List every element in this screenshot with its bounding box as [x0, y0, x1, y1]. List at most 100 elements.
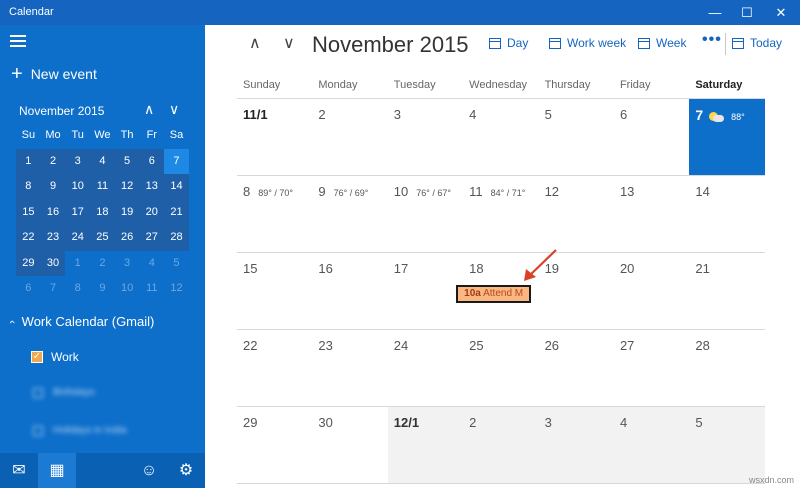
calendar-item-holidays[interactable]: Holidays in India — [33, 425, 126, 436]
day-cell[interactable]: 28 — [689, 330, 764, 406]
today-button[interactable]: Today — [732, 36, 782, 50]
mini-calendar-day[interactable]: 28 — [164, 225, 189, 251]
mini-calendar-day[interactable]: 17 — [65, 199, 91, 225]
mini-calendar-day[interactable]: 15 — [16, 199, 41, 225]
day-cell[interactable]: 11 84° / 71° — [463, 176, 538, 252]
new-event-button[interactable]: + New event — [11, 64, 97, 84]
minimize-button[interactable]: — — [698, 0, 732, 25]
day-view-button[interactable]: Day — [489, 36, 528, 50]
mini-calendar-day[interactable]: 11 — [90, 174, 115, 200]
day-cell[interactable]: 12 — [539, 176, 614, 252]
mini-calendar-day[interactable]: 9 — [90, 276, 115, 302]
day-cell[interactable]: 5 — [539, 99, 614, 175]
day-cell[interactable]: 6 — [614, 99, 689, 175]
mini-calendar-day[interactable]: 8 — [16, 174, 41, 200]
more-options-icon[interactable]: ••• — [702, 31, 722, 49]
birthdays-checkbox[interactable] — [33, 387, 43, 398]
mini-calendar-day[interactable]: 4 — [90, 148, 115, 174]
mini-calendar-day[interactable]: 5 — [114, 148, 140, 174]
hamburger-menu-icon[interactable] — [10, 35, 26, 47]
day-cell[interactable]: 23 — [312, 330, 387, 406]
mini-calendar-day[interactable]: 2 — [90, 251, 115, 277]
maximize-button[interactable]: ☐ — [730, 0, 764, 25]
day-cell[interactable]: 30 — [312, 407, 387, 483]
mini-calendar-day[interactable]: 12 — [164, 276, 189, 302]
mini-calendar-day[interactable]: 10 — [115, 276, 140, 302]
mini-calendar-day[interactable]: 3 — [115, 251, 140, 277]
work-week-view-button[interactable]: Work week — [549, 36, 626, 50]
day-cell[interactable]: 21 — [689, 253, 764, 329]
mini-calendar-day[interactable]: 11 — [139, 276, 164, 302]
day-cell[interactable]: 29 — [237, 407, 312, 483]
mini-calendar-day[interactable]: 23 — [40, 225, 66, 251]
day-cell[interactable]: 9 76° / 69° — [312, 176, 387, 252]
day-cell[interactable]: 25 — [463, 330, 538, 406]
mini-calendar-day[interactable]: 6 — [139, 148, 165, 174]
mail-icon[interactable]: ✉ — [0, 453, 38, 488]
mini-calendar-day[interactable]: 1 — [16, 148, 41, 174]
mini-calendar-day[interactable]: 16 — [40, 199, 66, 225]
calendar-group-header[interactable]: ‹ Work Calendar (Gmail) — [6, 314, 155, 329]
day-cell[interactable]: 13 — [614, 176, 689, 252]
mini-calendar-day[interactable]: 1 — [65, 251, 90, 277]
mini-calendar-day[interactable]: 21 — [164, 199, 189, 225]
day-cell[interactable]: 5 — [689, 407, 765, 483]
mini-calendar-day[interactable]: 7 — [164, 148, 189, 174]
event-attend-m[interactable]: 10a Attend M — [456, 285, 532, 303]
mini-calendar-day[interactable]: 5 — [164, 251, 189, 277]
day-cell[interactable]: 8 89° / 70° — [237, 176, 312, 252]
mini-calendar-day[interactable]: 7 — [41, 276, 66, 302]
mini-calendar-title[interactable]: November 2015 — [19, 104, 104, 118]
mini-calendar-day[interactable]: 26 — [114, 225, 140, 251]
mini-calendar-day[interactable]: 10 — [65, 174, 91, 200]
mini-calendar-day[interactable]: 30 — [40, 250, 66, 276]
mini-calendar-day[interactable]: 3 — [65, 148, 91, 174]
calendar-icon[interactable]: ▦ — [38, 453, 76, 488]
chevron-down-icon[interactable]: ∨ — [169, 101, 179, 118]
day-cell[interactable]: 7 88° — [689, 99, 765, 175]
day-cell[interactable]: 15 — [237, 253, 312, 329]
day-cell[interactable]: 27 — [614, 330, 689, 406]
close-button[interactable]: ✕ — [764, 0, 798, 25]
chevron-up-icon[interactable]: ∧ — [144, 101, 154, 118]
day-cell[interactable]: 3 — [538, 407, 614, 483]
calendar-item-work[interactable]: ✓ Work — [31, 350, 79, 364]
mini-calendar-day[interactable]: 22 — [16, 225, 41, 251]
mini-calendar-day[interactable]: 8 — [65, 276, 90, 302]
day-cell[interactable]: 3 — [388, 99, 463, 175]
day-cell[interactable]: 14 — [689, 176, 764, 252]
next-month-arrow-icon[interactable]: ∨ — [283, 33, 295, 53]
mini-calendar-day[interactable]: 4 — [139, 251, 164, 277]
previous-month-arrow-icon[interactable]: ∧ — [249, 33, 261, 53]
mini-calendar-day[interactable]: 13 — [139, 174, 165, 200]
holidays-checkbox[interactable] — [33, 425, 43, 436]
mini-calendar-day[interactable]: 18 — [90, 199, 115, 225]
day-cell[interactable]: 22 — [237, 330, 312, 406]
mini-calendar-day[interactable]: 25 — [90, 225, 115, 251]
mini-calendar-day[interactable]: 19 — [114, 199, 140, 225]
day-cell[interactable]: 4 — [613, 407, 690, 483]
day-cell[interactable]: 16 — [312, 253, 387, 329]
feedback-smiley-icon[interactable]: ☺ — [130, 453, 168, 488]
mini-calendar-day[interactable]: 9 — [40, 174, 66, 200]
mini-calendar-day[interactable]: 6 — [16, 276, 41, 302]
mini-calendar-day[interactable]: 24 — [65, 225, 91, 251]
week-view-button[interactable]: Week — [638, 36, 686, 50]
calendar-item-birthdays[interactable]: Birthdays — [33, 387, 95, 398]
day-cell[interactable]: 24 — [388, 330, 463, 406]
day-cell[interactable]: 20 — [614, 253, 689, 329]
day-cell[interactable]: 4 — [463, 99, 538, 175]
day-cell[interactable]: 2 — [312, 99, 387, 175]
day-cell[interactable]: 11/1 — [237, 99, 312, 175]
day-cell[interactable]: 26 — [539, 330, 614, 406]
mini-calendar-day[interactable]: 2 — [40, 148, 66, 174]
mini-calendar-day[interactable]: 20 — [139, 199, 165, 225]
settings-gear-icon[interactable]: ⚙ — [167, 453, 205, 488]
day-cell[interactable]: 17 — [388, 253, 463, 329]
work-checkbox[interactable]: ✓ — [31, 351, 43, 363]
mini-calendar-day[interactable]: 27 — [139, 225, 165, 251]
mini-calendar-day[interactable]: 14 — [164, 174, 189, 200]
day-cell[interactable]: 12/1 — [387, 407, 464, 483]
mini-calendar-day[interactable]: 12 — [114, 174, 140, 200]
day-cell[interactable]: 10 76° / 67° — [388, 176, 463, 252]
